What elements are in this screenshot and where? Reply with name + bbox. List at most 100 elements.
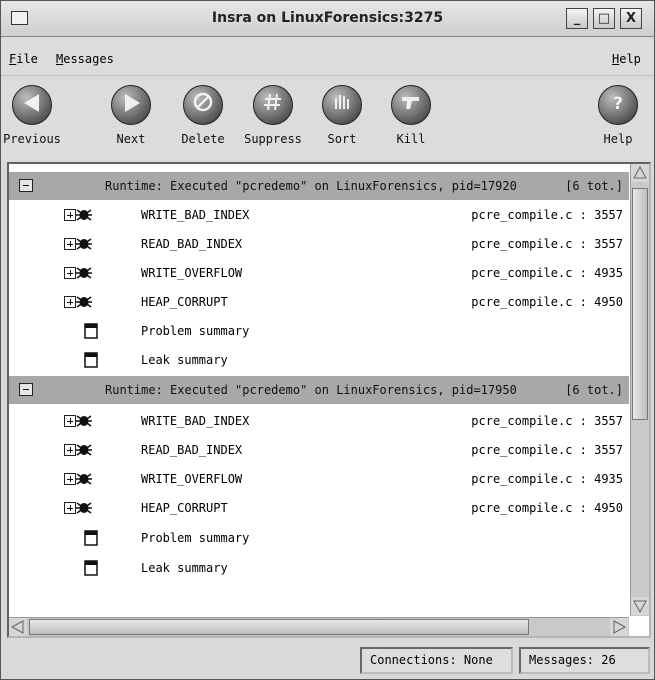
collapse-icon[interactable] — [19, 383, 33, 396]
summary-label: Leak summary — [141, 561, 228, 575]
summary-label: Leak summary — [141, 353, 228, 367]
error-label: READ_BAD_INDEX — [141, 443, 243, 457]
connections-status: Connections: None — [360, 647, 513, 674]
message-panel: Runtime: Executed "pcredemo" on LinuxFor… — [7, 162, 651, 638]
next-label: Next — [116, 132, 146, 146]
summary-row[interactable]: Problem summary — [9, 317, 629, 346]
arrow-right-icon — [111, 85, 151, 125]
error-row[interactable]: HEAP_CORRUPT pcre_compile.c : 4950 — [9, 494, 629, 523]
pistol-icon — [391, 85, 431, 125]
maximize-button[interactable]: □ — [593, 8, 615, 29]
error-label: WRITE_OVERFLOW — [141, 472, 243, 486]
error-row[interactable]: HEAP_CORRUPT pcre_compile.c : 4950 — [9, 288, 629, 317]
help-button[interactable]: ? Help — [588, 85, 648, 159]
error-location: pcre_compile.c : 4935 — [471, 266, 623, 280]
menu-help-label: elp — [619, 52, 641, 66]
delete-label: Delete — [181, 132, 225, 146]
summary-label: Problem summary — [141, 531, 250, 545]
error-row[interactable]: WRITE_OVERFLOW pcre_compile.c : 4935 — [9, 465, 629, 494]
scroll-left-arrow-icon[interactable] — [9, 618, 27, 636]
minimize-button[interactable]: _ — [566, 8, 588, 29]
bug-icon — [76, 296, 92, 308]
vertical-scrollbar[interactable] — [630, 164, 649, 616]
horizontal-scrollbar[interactable] — [9, 617, 629, 636]
kill-label: Kill — [396, 132, 426, 146]
messages-status: Messages: 26 — [519, 647, 650, 674]
previous-button[interactable]: Previous — [2, 85, 62, 159]
scroll-up-arrow-icon[interactable] — [631, 164, 649, 182]
kill-button[interactable]: Kill — [381, 85, 441, 159]
error-label: HEAP_CORRUPT — [141, 501, 228, 515]
error-location: pcre_compile.c : 4950 — [471, 501, 623, 515]
bug-icon — [76, 415, 92, 427]
group-header[interactable]: Runtime: Executed "pcredemo" on LinuxFor… — [9, 172, 629, 200]
summary-icon — [84, 323, 98, 339]
sort-bars-icon — [322, 85, 362, 125]
group-header-text: Runtime: Executed "pcredemo" on LinuxFor… — [105, 383, 517, 397]
suppress-button[interactable]: Suppress — [243, 85, 303, 159]
group-header-text: Runtime: Executed "pcredemo" on LinuxFor… — [105, 179, 517, 193]
bug-icon — [76, 267, 92, 279]
sort-label: Sort — [327, 132, 357, 146]
summary-row[interactable]: Problem summary — [9, 524, 629, 553]
bug-icon — [76, 502, 92, 514]
error-location: pcre_compile.c : 3557 — [471, 443, 623, 457]
menu-messages-label: essages — [63, 52, 114, 66]
horizontal-scroll-thumb[interactable] — [29, 619, 529, 635]
error-label: WRITE_BAD_INDEX — [141, 414, 250, 428]
app-window: Insra on LinuxForensics:3275 _ □ X File … — [0, 0, 655, 680]
suppress-label: Suppress — [244, 132, 302, 146]
menu-file-label: ile — [16, 52, 38, 66]
previous-label: Previous — [3, 132, 61, 146]
error-location: pcre_compile.c : 3557 — [471, 208, 623, 222]
bug-icon — [76, 473, 92, 485]
error-label: HEAP_CORRUPT — [141, 295, 228, 309]
error-label: READ_BAD_INDEX — [141, 237, 243, 251]
error-row[interactable]: READ_BAD_INDEX pcre_compile.c : 3557 — [9, 436, 629, 465]
scroll-down-arrow-icon[interactable] — [631, 597, 649, 615]
summary-icon — [84, 560, 98, 576]
error-row[interactable]: READ_BAD_INDEX pcre_compile.c : 3557 — [9, 230, 629, 259]
toolbar: Previous Next Delete Suppress Sort Kill … — [1, 77, 654, 161]
error-row[interactable]: WRITE_BAD_INDEX pcre_compile.c : 3557 — [9, 407, 629, 436]
menu-file[interactable]: File — [9, 52, 38, 66]
help-label: Help — [603, 132, 633, 146]
window-title: Insra on LinuxForensics:3275 — [211, 10, 444, 26]
summary-row[interactable]: Leak summary — [9, 554, 629, 583]
collapse-icon[interactable] — [19, 179, 33, 192]
summary-icon — [84, 530, 98, 546]
close-button[interactable]: X — [620, 8, 642, 29]
menu-bar: File Messages Help — [1, 38, 654, 76]
delete-button[interactable]: Delete — [173, 85, 233, 159]
question-icon: ? — [598, 85, 638, 125]
message-tree: Runtime: Executed "pcredemo" on LinuxFor… — [9, 164, 629, 616]
error-location: pcre_compile.c : 3557 — [471, 414, 623, 428]
next-button[interactable]: Next — [101, 85, 161, 159]
bug-icon — [76, 238, 92, 250]
no-entry-icon — [183, 85, 223, 125]
group-total: [6 tot.] — [565, 383, 623, 397]
summary-icon — [84, 352, 98, 368]
error-label: WRITE_OVERFLOW — [141, 266, 243, 280]
error-row[interactable]: WRITE_BAD_INDEX pcre_compile.c : 3557 — [9, 201, 629, 230]
bug-icon — [76, 444, 92, 456]
error-location: pcre_compile.c : 4950 — [471, 295, 623, 309]
sort-button[interactable]: Sort — [312, 85, 372, 159]
hash-icon — [253, 85, 293, 125]
summary-row[interactable]: Leak summary — [9, 346, 629, 375]
menu-messages[interactable]: Messages — [56, 52, 114, 66]
error-location: pcre_compile.c : 4935 — [471, 472, 623, 486]
title-bar[interactable]: Insra on LinuxForensics:3275 _ □ X — [1, 1, 654, 37]
svg-text:?: ? — [613, 94, 623, 114]
vertical-scroll-thumb[interactable] — [632, 188, 648, 420]
arrow-left-icon — [12, 85, 52, 125]
group-total: [6 tot.] — [565, 179, 623, 193]
scroll-right-arrow-icon[interactable] — [610, 618, 628, 636]
bug-icon — [76, 209, 92, 221]
menu-help[interactable]: Help — [612, 52, 641, 66]
error-row[interactable]: WRITE_OVERFLOW pcre_compile.c : 4935 — [9, 259, 629, 288]
error-location: pcre_compile.c : 3557 — [471, 237, 623, 251]
status-bar: Connections: None Messages: 26 — [1, 641, 654, 679]
group-header[interactable]: Runtime: Executed "pcredemo" on LinuxFor… — [9, 376, 629, 404]
summary-label: Problem summary — [141, 324, 250, 338]
